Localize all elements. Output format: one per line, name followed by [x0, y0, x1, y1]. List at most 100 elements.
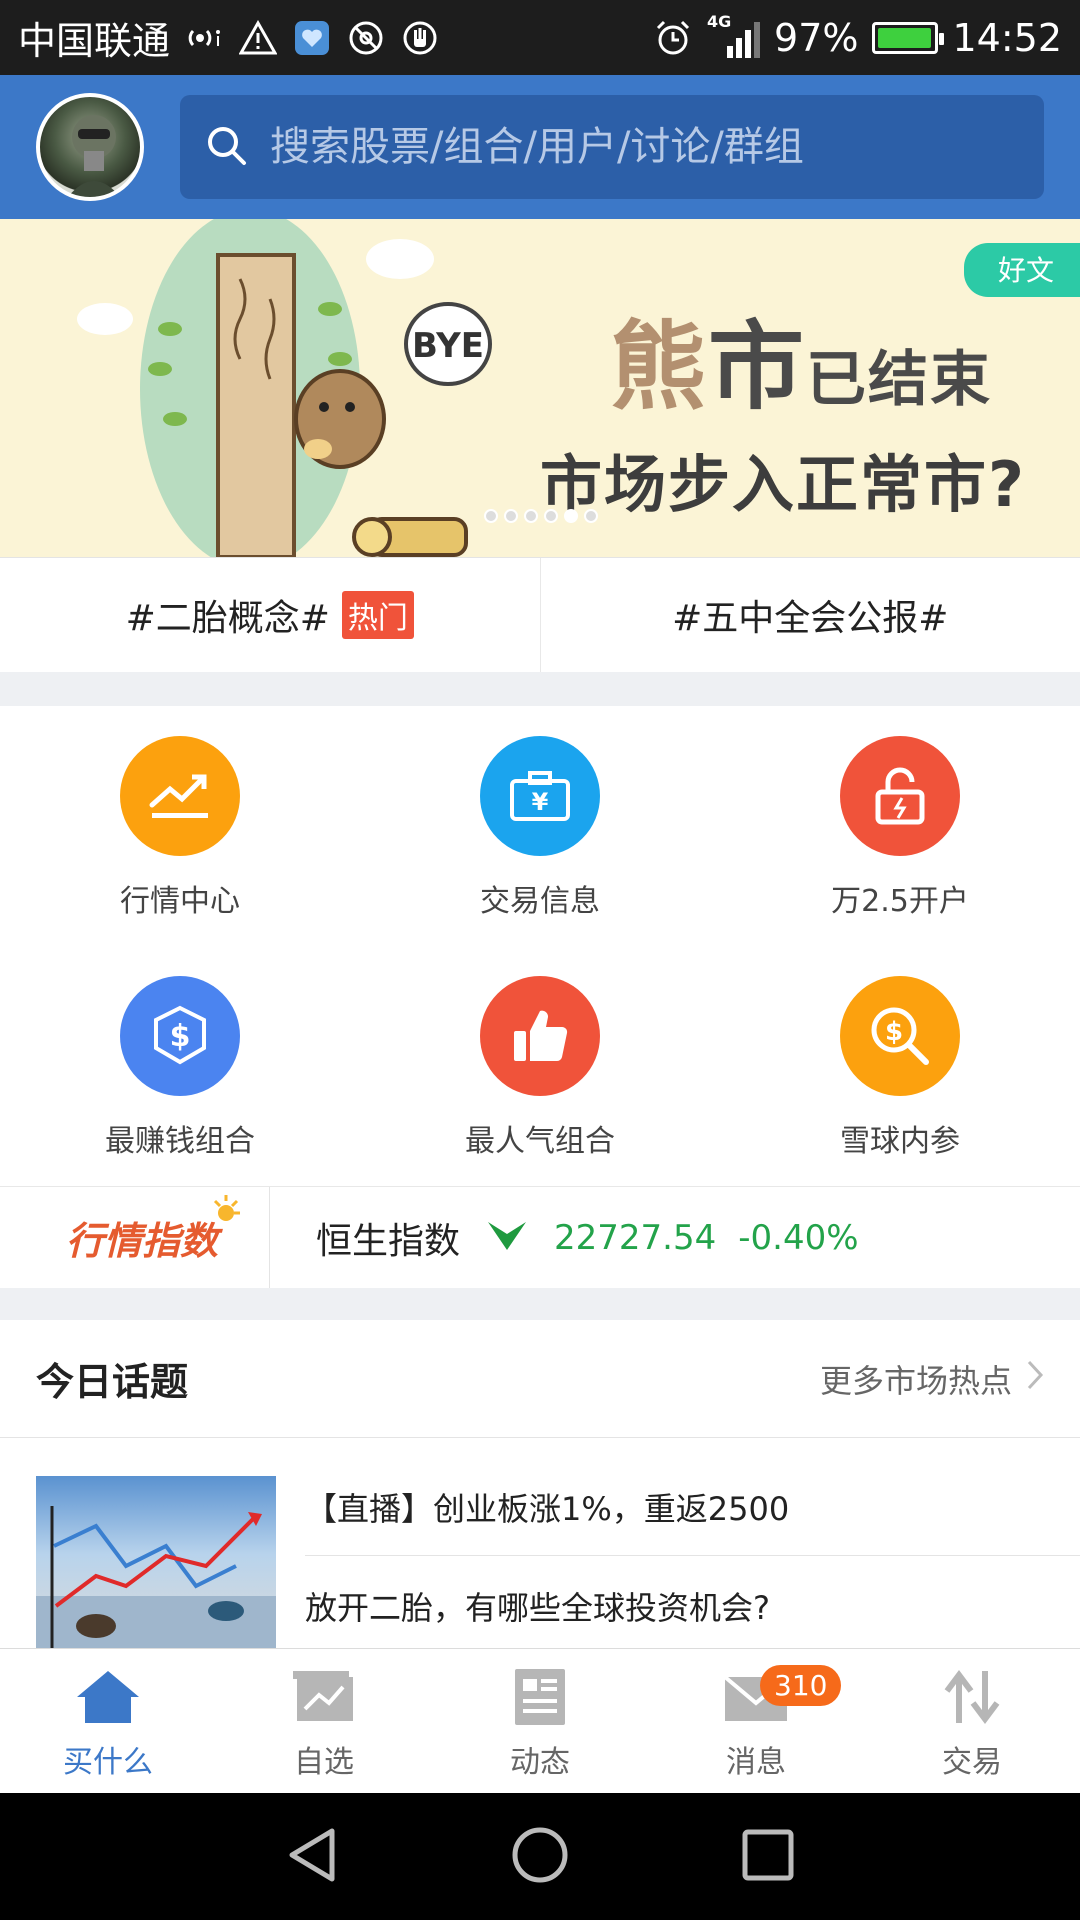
- more-hotspots-link[interactable]: 更多市场热点: [820, 1356, 1044, 1402]
- sun-icon: [206, 1191, 246, 1240]
- tab-label: 动态: [510, 1745, 570, 1780]
- carousel-dot[interactable]: [584, 509, 598, 523]
- section-title: 今日话题: [36, 1360, 189, 1404]
- avatar[interactable]: [36, 93, 144, 201]
- back-icon[interactable]: [284, 1825, 340, 1889]
- news-title: 放开二胎，有哪些全球投资机会?: [305, 1588, 770, 1627]
- search-icon: [204, 123, 248, 171]
- thumbs-up-icon: [480, 976, 600, 1096]
- index-change: -0.40%: [738, 1217, 859, 1258]
- index-logo-text: 行情指数: [66, 1219, 219, 1263]
- tab-feed[interactable]: 动态: [432, 1649, 648, 1793]
- transfer-arrows-icon: [939, 1669, 1005, 1729]
- down-arrow-icon: [486, 1220, 528, 1256]
- bear-illustration: BYE: [77, 219, 492, 557]
- carousel-dot[interactable]: [504, 509, 518, 523]
- topic-label: #五中全会公报#: [672, 598, 949, 639]
- feature-label: 行情中心: [120, 884, 240, 919]
- health-app-icon: [292, 18, 332, 58]
- feature-label: 万2.5开户: [831, 884, 969, 919]
- hot-topics: #二胎概念# 热门 #五中全会公报#: [0, 557, 1080, 672]
- stock-chart-icon: [291, 1669, 357, 1729]
- tab-label: 交易: [942, 1745, 1002, 1780]
- today-body: 【直播】创业板涨1%，重返2500 放开二胎，有哪些全球投资机会?: [0, 1438, 1080, 1656]
- battery-icon: [872, 21, 945, 54]
- block-icon: [346, 18, 386, 58]
- tab-label: 自选: [294, 1745, 354, 1780]
- promo-banner[interactable]: BYE 好文 熊市已结束 市场步入正常市?: [0, 219, 1080, 557]
- headline-sub: 已结束: [806, 345, 992, 415]
- hand-stop-icon: [400, 18, 440, 58]
- feature-label: 雪球内参: [840, 1124, 960, 1159]
- hotspot-icon: [184, 18, 224, 58]
- battery-percent: 97%: [774, 15, 859, 60]
- feature-insider-report[interactable]: $ 雪球内参: [720, 946, 1080, 1186]
- feature-label: 交易信息: [480, 884, 600, 919]
- notification-icons: [184, 18, 440, 58]
- hot-badge: 热门: [341, 591, 414, 639]
- system-nav-bar: [0, 1793, 1080, 1920]
- today-topics: 今日话题 更多市场热点 【直播】创业板涨1%，重返2500 放开二胎，有哪些全球…: [0, 1320, 1080, 1656]
- warning-icon: [238, 18, 278, 58]
- search-bar[interactable]: [180, 95, 1044, 199]
- carousel-dot[interactable]: [524, 509, 538, 523]
- carousel-dots: [484, 509, 598, 523]
- banner-headline: 熊市已结束: [610, 289, 992, 428]
- banner-subheadline: 市场步入正常市?: [540, 448, 1026, 521]
- index-value: 22727.54: [554, 1217, 717, 1258]
- news-item[interactable]: 【直播】创业板涨1%，重返2500: [305, 1458, 1080, 1556]
- topic-label: #二胎概念#: [125, 598, 330, 639]
- status-bar: 中国联通 4G 97% 14:52: [0, 0, 1080, 75]
- trend-chart-icon: [120, 736, 240, 856]
- feature-trade-info[interactable]: ¥ 交易信息: [360, 706, 720, 946]
- briefcase-yen-icon: ¥: [480, 736, 600, 856]
- feature-grid: 行情中心 ¥ 交易信息 万2.5开户 $ 最赚钱组合 最人气组合 $ 雪球内参: [0, 706, 1080, 1186]
- feature-market-center[interactable]: 行情中心: [0, 706, 360, 946]
- clock: 14:52: [952, 15, 1062, 60]
- chevron-right-icon: [1026, 1359, 1044, 1399]
- tab-watchlist[interactable]: 自选: [216, 1649, 432, 1793]
- index-logo: 行情指数: [0, 1187, 270, 1288]
- today-header: 今日话题 更多市场热点: [0, 1320, 1080, 1438]
- recents-icon[interactable]: [740, 1827, 796, 1887]
- news-thumbnail[interactable]: [36, 1476, 276, 1650]
- feature-label: 最赚钱组合: [105, 1124, 255, 1159]
- tab-label: 消息: [726, 1745, 786, 1780]
- topic-item[interactable]: #五中全会公报#: [539, 558, 1080, 672]
- home-circle-icon[interactable]: [510, 1825, 570, 1889]
- more-label: 更多市场热点: [819, 1361, 1012, 1400]
- feature-label: 最人气组合: [465, 1124, 615, 1159]
- feature-top-profit[interactable]: $ 最赚钱组合: [0, 946, 360, 1186]
- unlock-icon: [840, 736, 960, 856]
- headline-big: 熊: [610, 311, 708, 423]
- svg-text:$: $: [885, 1017, 903, 1047]
- news-title: 【直播】创业板涨1%，重返2500: [305, 1489, 790, 1528]
- news-item[interactable]: 放开二胎，有哪些全球投资机会?: [305, 1556, 1080, 1656]
- tab-trade[interactable]: 交易: [864, 1649, 1080, 1793]
- carrier-name: 中国联通: [18, 19, 171, 63]
- top-header: [0, 75, 1080, 219]
- feature-open-account[interactable]: 万2.5开户: [720, 706, 1080, 946]
- alarm-icon: [653, 18, 693, 58]
- feature-top-popular[interactable]: 最人气组合: [360, 946, 720, 1186]
- market-index-bar[interactable]: 行情指数 恒生指数 22727.54 -0.40%: [0, 1186, 1080, 1288]
- bottom-tab-bar: 买什么 自选 动态 310 消息 交易: [0, 1648, 1080, 1793]
- bye-bubble-text: BYE: [412, 326, 484, 366]
- svg-text:$: $: [170, 1019, 191, 1054]
- dollar-hexagon-icon: $: [120, 976, 240, 1096]
- network-type: 4G: [707, 11, 732, 31]
- carousel-dot[interactable]: [544, 509, 558, 523]
- topic-item[interactable]: #二胎概念# 热门: [0, 558, 540, 672]
- tab-messages[interactable]: 310 消息: [648, 1649, 864, 1793]
- dollar-search-icon: $: [840, 976, 960, 1096]
- feed-icon: [507, 1669, 573, 1729]
- carousel-dot[interactable]: [564, 509, 578, 523]
- headline-small: 市: [708, 311, 806, 423]
- unread-badge: 310: [760, 1665, 842, 1706]
- signal-icon: 4G: [707, 12, 761, 58]
- carousel-dot[interactable]: [484, 509, 498, 523]
- tab-buy-what[interactable]: 买什么: [0, 1649, 216, 1793]
- search-input[interactable]: [270, 124, 1020, 170]
- home-icon: [75, 1669, 141, 1729]
- index-name: 恒生指数: [316, 1220, 461, 1262]
